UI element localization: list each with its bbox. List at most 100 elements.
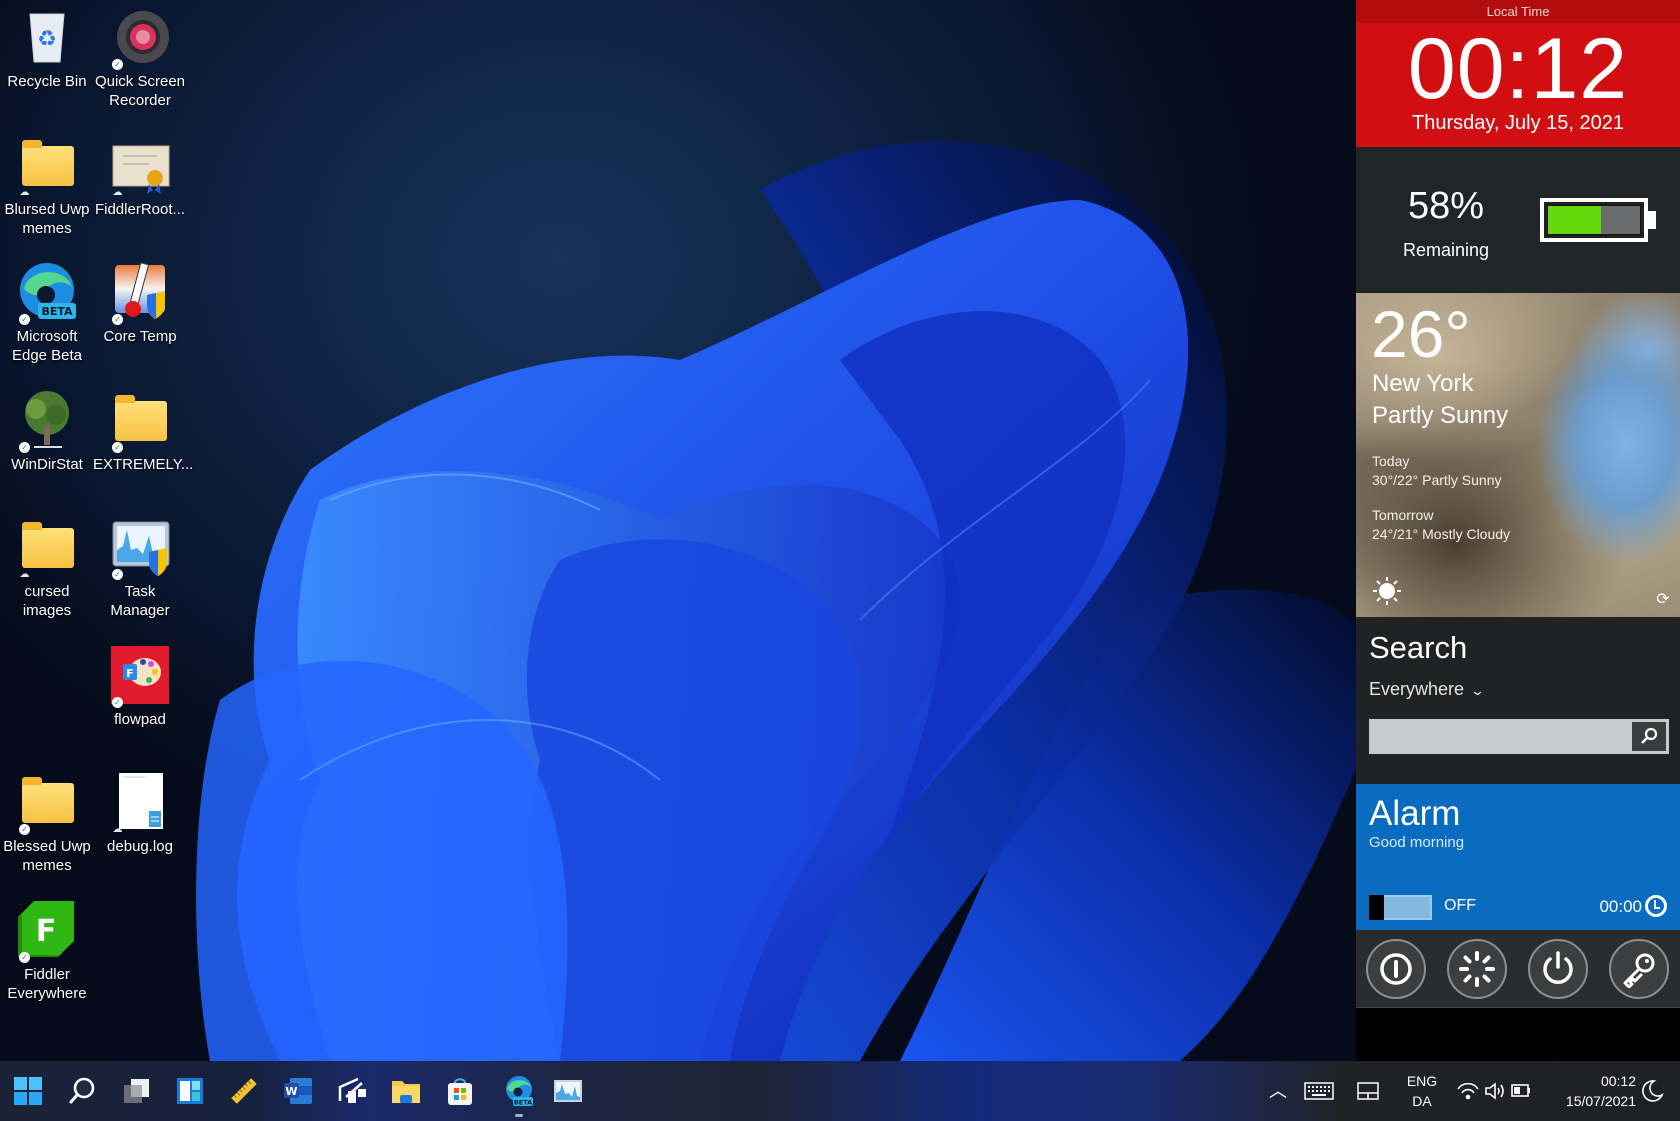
clock-icon[interactable] xyxy=(1645,895,1667,917)
icon-label: cursed images xyxy=(22,583,72,619)
sync-status-icon: ✓ xyxy=(112,314,123,325)
power-controls xyxy=(1356,930,1680,1008)
sync-status-icon: ✓ xyxy=(19,952,30,963)
show-hidden-icons-button[interactable]: ︿ xyxy=(1263,1061,1293,1121)
icon-label: EXTREMELY... xyxy=(93,456,194,473)
svg-text:BETA: BETA xyxy=(41,305,73,318)
search-scope-value: Everywhere xyxy=(1369,679,1465,699)
touchpad-icon xyxy=(1357,1082,1379,1100)
desktop-icon-fiddlerroot[interactable]: ☁ FiddlerRoot... xyxy=(93,128,187,219)
desktop-icon-blessed-uwp-memes[interactable]: ✓ Blessed Uwp memes xyxy=(0,765,94,875)
touchpad-button[interactable] xyxy=(1356,1061,1384,1121)
clock-gadget: Local Time 00:12 Thursday, July 15, 2021 xyxy=(1356,0,1680,147)
task-manager-icon xyxy=(554,1080,582,1102)
taskbar-date: 15/07/2021 xyxy=(1565,1093,1636,1109)
desktop-icon-quick-screen-recorder[interactable]: ✓ Quick Screen Recorder xyxy=(93,0,187,110)
touch-keyboard-button[interactable] xyxy=(1303,1061,1339,1121)
taskbar-task-manager-button[interactable] xyxy=(546,1069,590,1113)
chevron-up-icon: ︿ xyxy=(1269,1081,1287,1101)
search-gadget: Search Everywhere ⌄ xyxy=(1356,617,1680,784)
desktop-icon-microsoft-edge-beta[interactable]: BETA ✓ Microsoft Edge Beta xyxy=(0,255,94,365)
quick-settings-button[interactable] xyxy=(1456,1061,1540,1121)
desktop-icon-extremely[interactable]: ✓ EXTREMELY... xyxy=(93,383,194,474)
folder-icon: ☁ xyxy=(16,516,78,580)
weather-gadget[interactable]: 26° New York Partly Sunny Today 30°/22° … xyxy=(1356,293,1680,617)
refresh-icon[interactable]: ⟳ xyxy=(1654,590,1672,608)
taskbar-start-button[interactable] xyxy=(6,1069,50,1113)
battery-remaining-label: Remaining xyxy=(1402,240,1490,260)
desktop-icon-task-manager[interactable]: ✓ Task Manager xyxy=(93,510,187,620)
icon-label: Task Manager xyxy=(110,583,170,619)
desktop-icon-core-temp[interactable]: ✓ Core Temp xyxy=(93,255,187,346)
keyboard-layout-code: DA xyxy=(1412,1093,1432,1109)
taskbar-task-view-button[interactable] xyxy=(114,1069,158,1113)
alarm-title: Alarm xyxy=(1369,794,1461,833)
cloud-status-icon: ☁ xyxy=(112,824,123,835)
flowpad-icon: F ✓ xyxy=(109,644,171,708)
alarm-toggle[interactable] xyxy=(1369,895,1432,920)
search-button[interactable] xyxy=(1632,722,1666,751)
task-view-icon xyxy=(124,1079,149,1103)
taskbar-file-explorer-button[interactable] xyxy=(384,1069,428,1113)
svg-text:F: F xyxy=(126,667,134,680)
search-input[interactable] xyxy=(1369,719,1669,754)
battery-status-icon xyxy=(1511,1084,1530,1097)
desktop-icon-flowpad[interactable]: F ✓ flowpad xyxy=(93,638,187,729)
desktop-icon-fiddler-everywhere[interactable]: F ✓ Fiddler Everywhere xyxy=(0,893,94,1003)
focus-assist-button[interactable] xyxy=(1640,1061,1670,1121)
folder-icon: ☁ xyxy=(16,134,78,198)
taskbar-time: 00:12 xyxy=(1600,1073,1636,1089)
snip-icon xyxy=(338,1077,366,1103)
battery-icon xyxy=(1540,198,1648,242)
sync-status-icon: ✓ xyxy=(112,442,123,453)
taskbar-snip-button[interactable] xyxy=(330,1069,374,1113)
icon-label: Quick Screen Recorder xyxy=(94,73,186,109)
svg-text:F: F xyxy=(36,914,57,949)
screen-recorder-icon: ✓ xyxy=(109,6,171,70)
battery-percent: 58% xyxy=(1407,185,1485,227)
taskbar-search-button[interactable] xyxy=(60,1069,104,1113)
restart-icon xyxy=(1459,951,1495,987)
ruler-icon xyxy=(231,1078,257,1104)
clock-button[interactable]: 00:12 15/07/2021 xyxy=(1548,1061,1636,1121)
icon-label: Microsoft Edge Beta xyxy=(11,328,83,364)
search-icon xyxy=(1641,727,1658,744)
desktop-icon-cursed-images[interactable]: ☁ cursed images xyxy=(0,510,94,620)
moon-icon xyxy=(1642,1080,1664,1102)
taskbar-word-button[interactable]: W xyxy=(276,1069,320,1113)
desktop-icon-windirstat[interactable]: ✓ WinDirStat xyxy=(0,383,94,474)
icon-label: Fiddler Everywhere xyxy=(7,966,87,1002)
icon-label: flowpad xyxy=(114,711,166,728)
taskbar-store-button[interactable] xyxy=(438,1069,482,1113)
tree-icon: ✓ xyxy=(16,389,78,453)
wifi-icon xyxy=(1457,1082,1479,1100)
alarm-gadget: Alarm Good morning OFF 00:00 xyxy=(1356,784,1680,930)
text-file-icon: ☁ xyxy=(109,771,171,835)
lock-button[interactable] xyxy=(1609,939,1669,999)
key-icon xyxy=(1623,953,1655,988)
restart-button[interactable] xyxy=(1447,939,1507,999)
icon-label: Recycle Bin xyxy=(7,73,87,90)
input-language-button[interactable]: ENG DA xyxy=(1402,1061,1442,1121)
taskbar-edge-beta-button[interactable]: BETA xyxy=(497,1069,541,1113)
taskbar-ruler-button[interactable] xyxy=(222,1069,266,1113)
desktop-icon-recycle-bin[interactable]: ♻ Recycle Bin xyxy=(0,0,94,91)
forecast-tomorrow-day: Tomorrow xyxy=(1372,507,1434,523)
clock-header: Local Time xyxy=(1356,0,1680,23)
desktop-icon-blursed-uwp-memes[interactable]: ☁ Blursed Uwp memes xyxy=(0,128,94,238)
battery-level-fill xyxy=(1548,206,1602,234)
widgets-icon xyxy=(177,1078,203,1104)
taskbar-widgets-button[interactable] xyxy=(168,1069,212,1113)
shutdown-button[interactable] xyxy=(1366,939,1426,999)
battery-gadget: 58% Remaining xyxy=(1356,147,1680,293)
svg-text:W: W xyxy=(285,1085,297,1098)
search-scope-dropdown[interactable]: Everywhere ⌄ xyxy=(1369,679,1485,700)
forecast-today-day: Today xyxy=(1372,453,1410,469)
desktop-icon-debug-log[interactable]: ☁ debug.log xyxy=(93,765,187,856)
cloud-status-icon: ☁ xyxy=(112,187,123,198)
weather-city: New York xyxy=(1372,370,1474,397)
alarm-time[interactable]: 00:00 xyxy=(1599,897,1642,917)
icon-label: Core Temp xyxy=(103,328,177,345)
power-button[interactable] xyxy=(1528,939,1588,999)
sync-status-icon: ✓ xyxy=(19,442,30,453)
